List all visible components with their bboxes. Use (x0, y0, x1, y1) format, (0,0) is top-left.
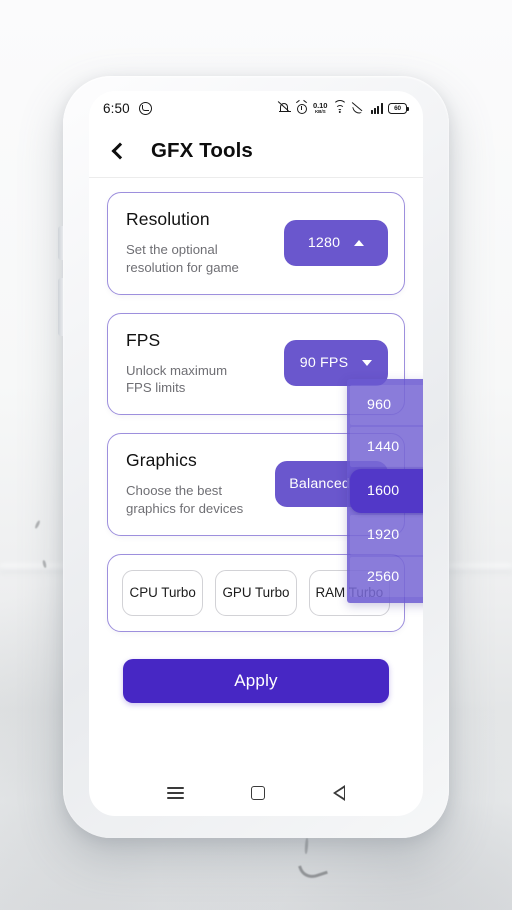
bell-off-icon (277, 101, 291, 114)
card-graphics-text: Graphics Choose the best graphics for de… (126, 450, 243, 518)
resolution-dropdown-list[interactable]: 960 1440 1600 1920 2560 (347, 379, 423, 603)
home-square-icon[interactable] (251, 786, 266, 800)
gpu-turbo-button[interactable]: GPU Turbo (215, 569, 297, 616)
card-resolution-subtitle: Set the optional resolution for game (126, 242, 239, 275)
status-bar-left: 6:50 (103, 101, 152, 116)
card-fps-text: FPS Unlock maximum FPS limits (126, 330, 227, 398)
alarm-icon (295, 100, 308, 114)
card-graphics-title: Graphics (126, 450, 197, 471)
status-time: 6:50 (103, 100, 130, 116)
recents-menu-icon[interactable] (166, 787, 184, 799)
caret-down-icon (362, 360, 373, 367)
cpu-turbo-button[interactable]: CPU Turbo (122, 569, 204, 616)
card-resolution-text: Resolution Set the optional resolution f… (126, 209, 239, 277)
data-speed-unit: KB/S (314, 108, 326, 114)
dropdown-option-1600[interactable]: 1600 (350, 469, 423, 513)
fps-selected-value: 90 FPS (299, 355, 349, 372)
resolution-selected-value: 1280 (307, 234, 341, 251)
signal-bars-icon (370, 103, 383, 114)
data-speed-indicator: 0.10 KB/S (313, 102, 327, 115)
apply-button[interactable]: Apply (123, 658, 389, 703)
graphics-selected-value: Balanced (289, 476, 350, 493)
battery-icon: 60 (388, 102, 409, 114)
card-fps-subtitle: Unlock maximum FPS limits (126, 362, 228, 396)
dropdown-option-1440[interactable]: 1440 (350, 427, 423, 467)
battery-level-label: 60 (394, 104, 401, 112)
phone-screen: 6:50 0.10 KB/S 60 GFX Tools Resolution S… (89, 91, 423, 816)
system-navigation-bar (89, 770, 423, 816)
call-mute-icon (351, 102, 365, 115)
card-resolution-title: Resolution (126, 209, 210, 229)
page-title: GFX Tools (151, 139, 253, 162)
status-bar-right: 0.10 KB/S 60 (277, 99, 409, 115)
apply-button-container: Apply (89, 632, 423, 703)
settings-content: Resolution Set the optional resolution f… (89, 178, 423, 703)
dropdown-option-2560[interactable]: 2560 (350, 557, 423, 597)
resolution-dropdown-button[interactable]: 1280 (284, 219, 388, 266)
caret-up-icon (354, 239, 365, 246)
back-triangle-icon[interactable] (333, 785, 346, 801)
status-bar: 6:50 0.10 KB/S 60 (89, 91, 423, 125)
card-resolution: Resolution Set the optional resolution f… (107, 192, 405, 295)
wifi-icon (332, 99, 347, 114)
phone-device-frame: 6:50 0.10 KB/S 60 GFX Tools Resolution S… (58, 76, 449, 838)
app-bar: GFX Tools (89, 125, 423, 177)
dropdown-option-1920[interactable]: 1920 (350, 515, 423, 555)
back-chevron-icon[interactable] (105, 138, 131, 164)
card-graphics-subtitle: Choose the best graphics for devices (126, 483, 244, 517)
whatsapp-icon (138, 101, 152, 115)
dropdown-option-960[interactable]: 960 (350, 385, 423, 425)
card-fps-title: FPS (126, 329, 161, 350)
